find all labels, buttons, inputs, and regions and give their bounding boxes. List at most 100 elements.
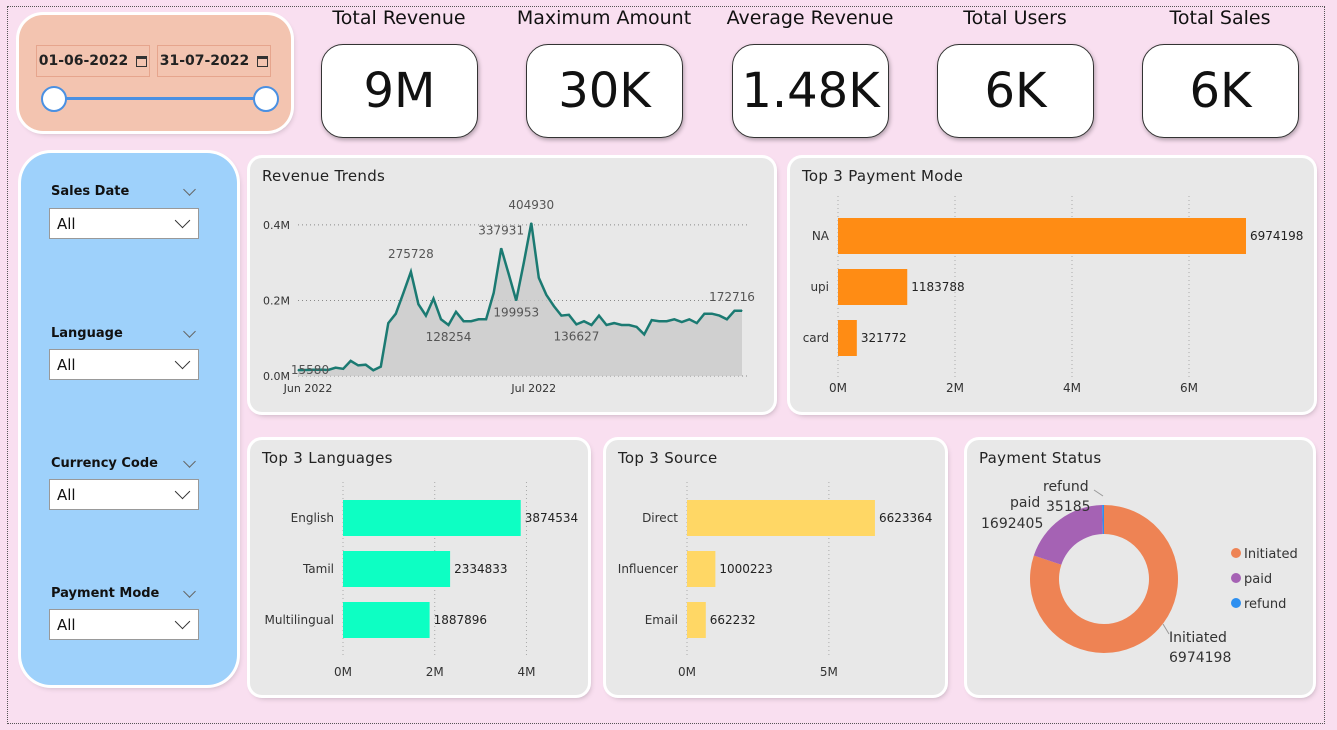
filter-label-language: Language	[51, 326, 123, 341]
kpi-label: Total Revenue	[332, 7, 466, 29]
x-tick-label: 0M	[678, 665, 696, 679]
data-point	[440, 318, 442, 320]
source-chart[interactable]: 0M 5M Direct 6623364 Influencer 1000223 Email 6…	[606, 440, 945, 695]
filter-label-currency-code: Currency Code	[51, 456, 158, 471]
x-tick-label: 4M	[1063, 381, 1081, 395]
data-point	[711, 313, 713, 315]
payment-mode-dropdown[interactable]: All	[49, 609, 199, 640]
data-point	[741, 310, 743, 312]
chevron-down-icon	[174, 483, 191, 500]
kpi-value: 6K	[937, 44, 1094, 138]
calendar-icon[interactable]	[136, 55, 148, 67]
dropdown-value: All	[57, 356, 76, 374]
data-point	[380, 365, 382, 368]
bar	[343, 551, 451, 587]
currency-code-dropdown[interactable]: All	[49, 479, 199, 510]
data-point	[447, 324, 450, 326]
bar	[343, 500, 521, 536]
data-point	[575, 323, 578, 325]
end-date-field[interactable]: 31-07-2022	[157, 45, 271, 77]
data-point	[733, 310, 736, 312]
date-slider-start-handle[interactable]	[41, 86, 67, 112]
bar	[838, 218, 1246, 254]
chevron-down-icon[interactable]	[183, 325, 196, 338]
data-point	[478, 318, 480, 320]
category-label: Multilingual	[264, 613, 334, 627]
y-tick-label: 0.2M	[263, 294, 290, 307]
data-point	[500, 247, 502, 249]
languages-panel: Top 3 Languages 0M 2M 4M English 3874534 Tami…	[250, 440, 588, 695]
data-label: 136627	[554, 329, 600, 343]
bar	[838, 320, 857, 356]
bar	[687, 602, 706, 638]
language-dropdown[interactable]: All	[49, 349, 199, 380]
area-fill	[298, 223, 742, 376]
data-label: 2334833	[454, 562, 507, 576]
data-point	[673, 318, 675, 320]
languages-chart[interactable]: 0M 2M 4M English 3874534 Tamil 2334833 Multilin…	[250, 440, 588, 695]
data-point	[417, 303, 420, 305]
category-label: English	[291, 511, 334, 525]
kpi-label: Maximum Amount	[516, 7, 692, 29]
data-point	[342, 368, 344, 370]
data-label: 337931	[478, 223, 524, 237]
data-point	[666, 320, 668, 322]
kpi-label: Total Sales	[1169, 7, 1271, 29]
filter-label-payment-mode: Payment Mode	[51, 586, 160, 601]
payment-status-chart[interactable]: Initiated 6974198 paid 1692405 refund 35185 In…	[967, 440, 1313, 695]
data-point	[726, 318, 728, 320]
y-tick-label: 0.4M	[263, 219, 290, 232]
data-point	[545, 294, 547, 296]
calendar-icon[interactable]	[257, 55, 269, 67]
data-label: 172716	[709, 290, 755, 304]
data-point	[357, 364, 359, 367]
category-label: Influencer	[618, 562, 678, 576]
data-label: 6623364	[879, 511, 932, 525]
data-point	[568, 314, 570, 316]
bar	[343, 602, 430, 638]
x-tick-label: 6M	[1180, 381, 1198, 395]
kpi-value: 6K	[1142, 44, 1299, 138]
sales-date-dropdown[interactable]: All	[49, 208, 199, 239]
category-label: NA	[812, 229, 830, 243]
chevron-down-icon[interactable]	[183, 183, 196, 196]
filter-label-sales-date: Sales Date	[51, 184, 130, 199]
data-point	[643, 333, 645, 336]
date-slider-end-handle[interactable]	[253, 86, 279, 112]
data-label: 15580	[291, 363, 329, 377]
payment-mode-chart[interactable]: 0M 2M 4M 6M NA 6974198 upi 1183788 card 321772	[790, 158, 1314, 412]
data-point	[493, 292, 495, 294]
data-label: 128254	[426, 330, 472, 344]
data-point	[620, 324, 623, 326]
chevron-down-icon	[174, 353, 191, 370]
data-point	[590, 324, 593, 326]
kpi-label: Total Users	[963, 7, 1067, 29]
legend-marker	[1231, 598, 1241, 608]
data-point	[402, 292, 404, 294]
data-point	[395, 313, 397, 315]
data-point	[703, 313, 705, 315]
chevron-down-icon[interactable]	[183, 455, 196, 468]
data-label: 1887896	[434, 613, 487, 627]
payment-mode-panel: Top 3 Payment Mode 0M 2M 4M 6M NA 6974198 upi 1…	[790, 158, 1314, 412]
slice-label: refund	[1043, 479, 1089, 495]
data-point	[515, 299, 517, 302]
revenue-trends-chart[interactable]: 0.0M0.2M0.4MJun 2022 Jul 2022155802757281…	[250, 158, 774, 412]
bar	[687, 551, 716, 587]
start-date-field[interactable]: 01-06-2022	[36, 45, 150, 77]
data-point	[432, 297, 435, 300]
x-tick-label: Jun 2022	[283, 382, 333, 395]
data-point	[485, 318, 487, 320]
data-point	[651, 319, 653, 321]
filter-sidebar: Sales Date All Language All Currency Cod…	[21, 153, 237, 685]
chevron-down-icon[interactable]	[183, 585, 196, 598]
bar	[687, 500, 875, 536]
data-point	[553, 305, 555, 307]
chevron-down-icon	[174, 212, 191, 229]
x-tick-label: 4M	[517, 665, 535, 679]
data-point	[523, 262, 525, 264]
source-panel: Top 3 Source 0M 5M Direct 6623364 Influencer…	[606, 440, 945, 695]
data-point	[410, 271, 412, 273]
date-slider-track[interactable]	[53, 97, 265, 100]
data-label: 3874534	[525, 511, 578, 525]
